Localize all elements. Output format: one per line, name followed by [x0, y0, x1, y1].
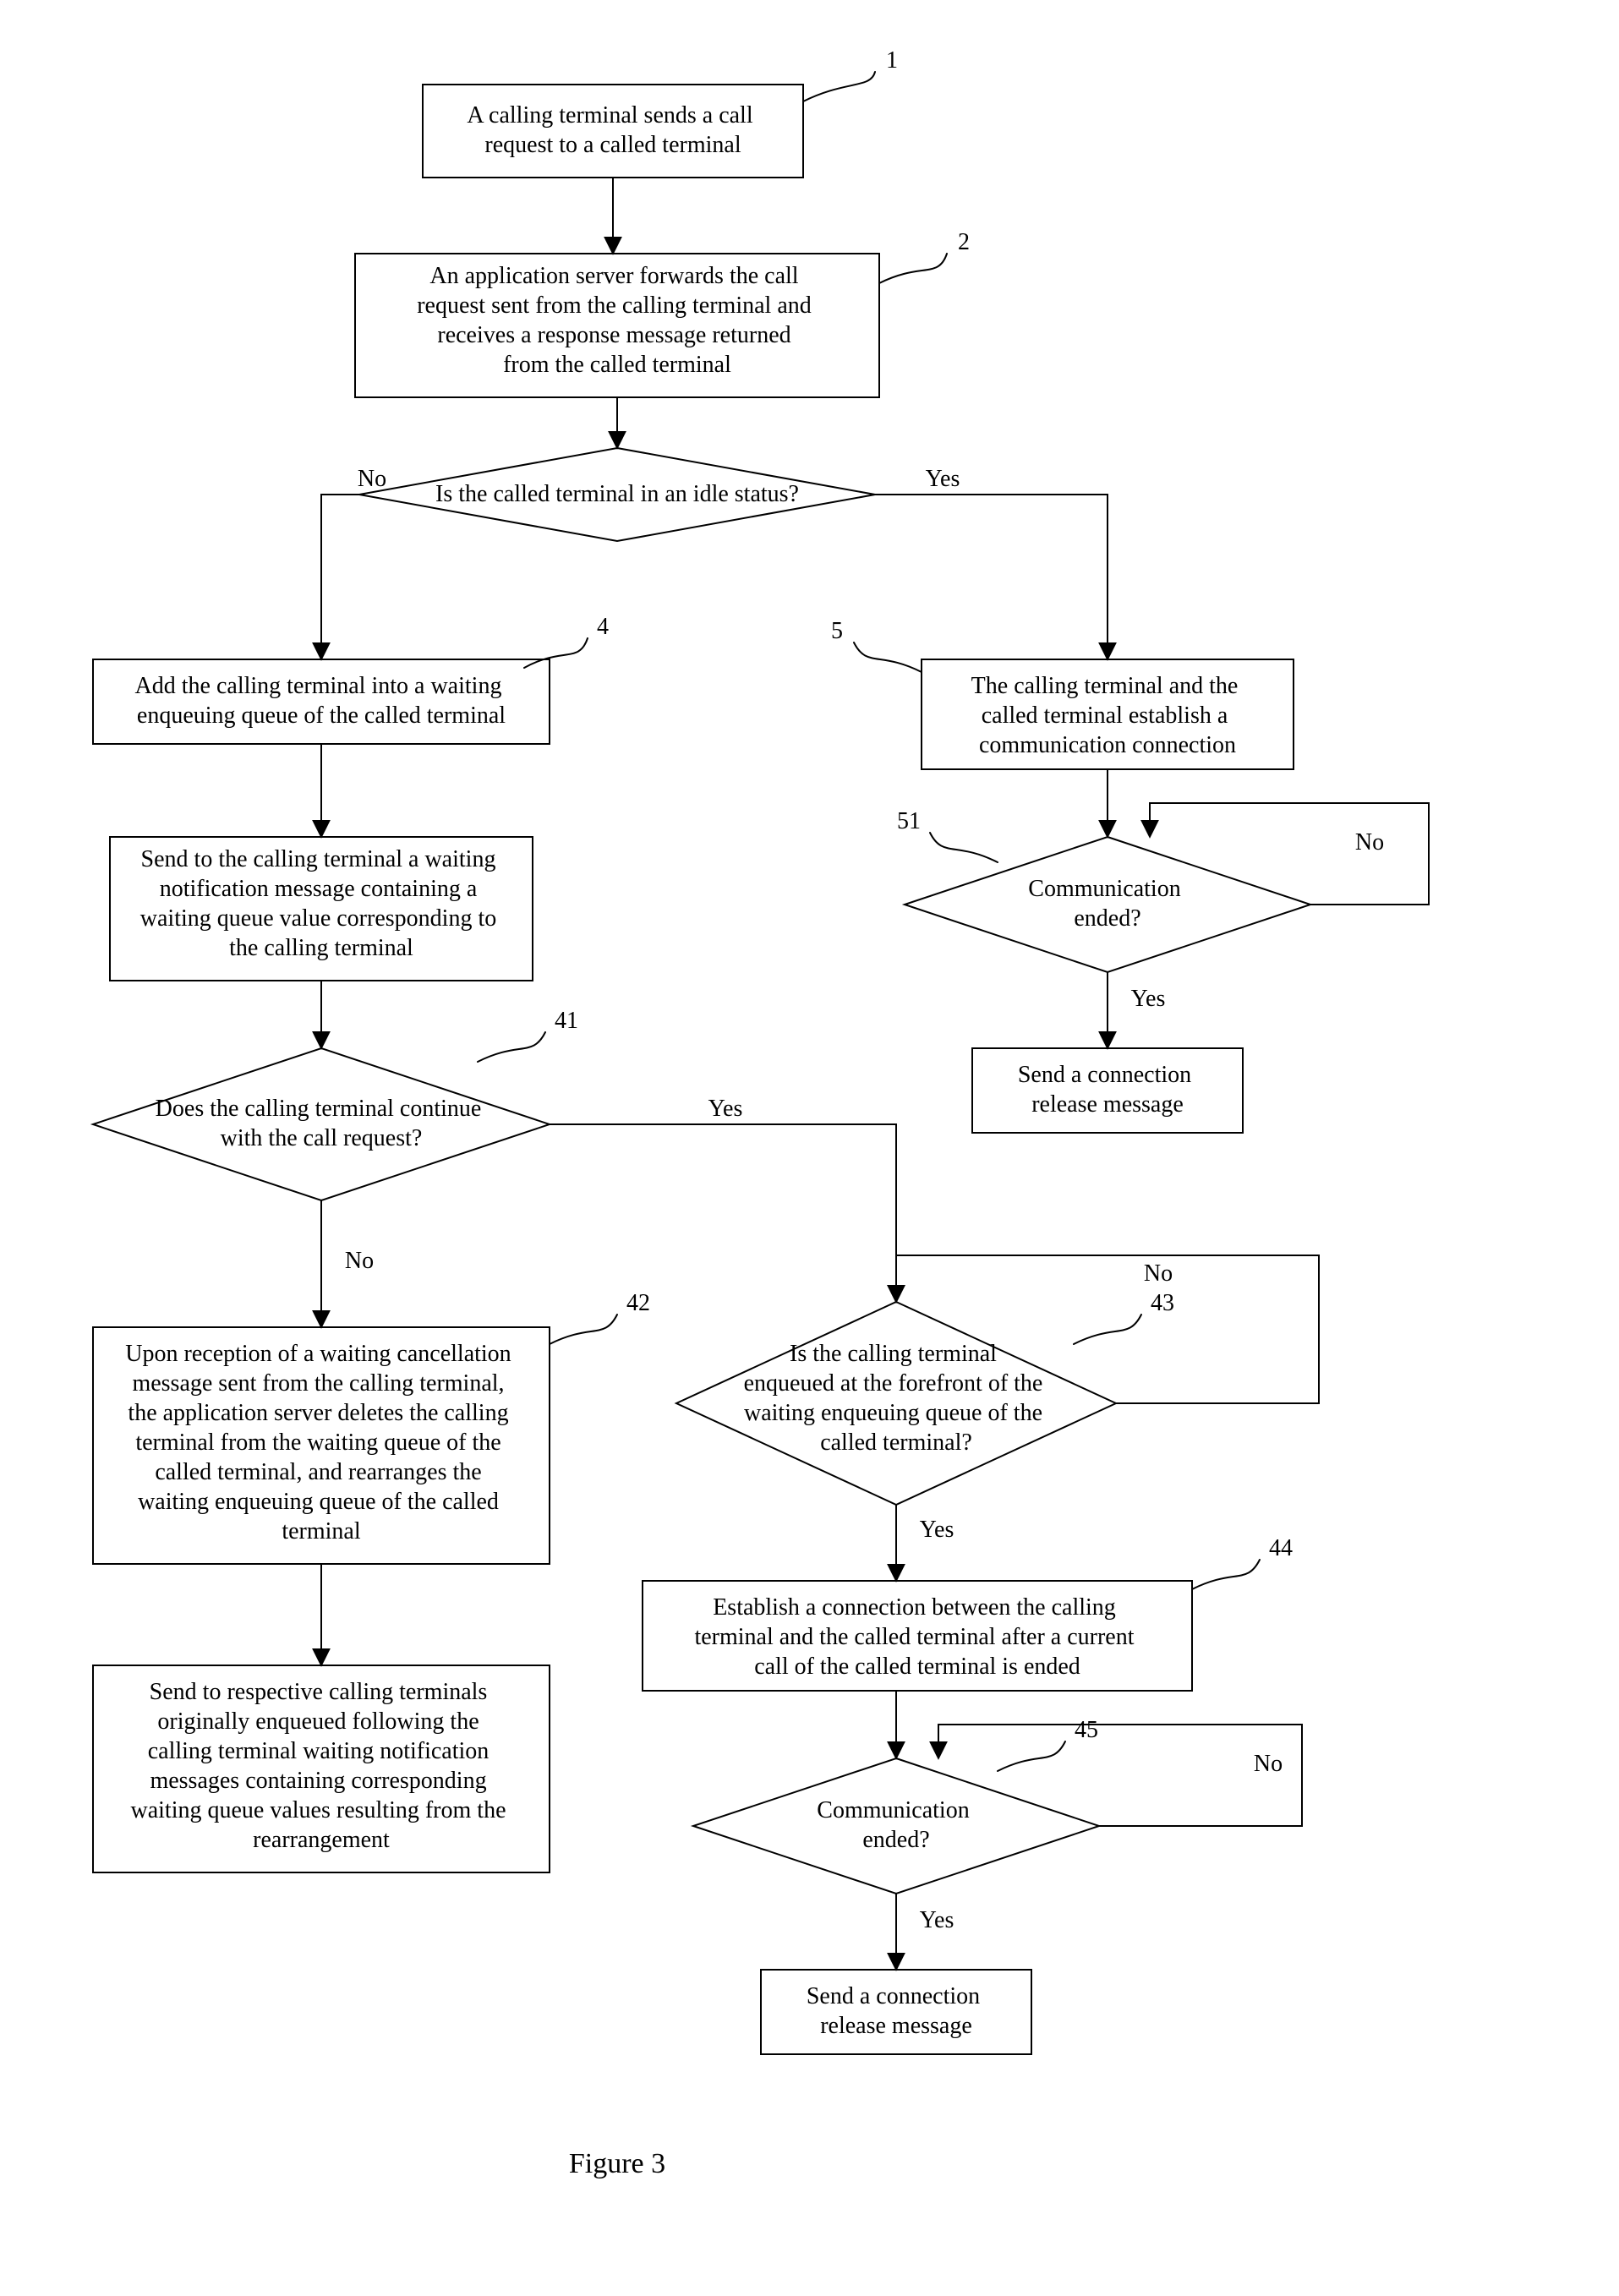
edge-3-4	[321, 495, 359, 659]
step-5-num: 5	[831, 618, 843, 644]
edge-43-loop-label: No	[1144, 1260, 1173, 1287]
decision-idle-text: Is the called terminal in an idle status…	[435, 481, 799, 507]
figure-caption: Figure 3	[569, 2148, 665, 2179]
step-4-num: 4	[597, 614, 609, 640]
decision-41-num: 41	[555, 1008, 578, 1034]
edge-41-42-label: No	[345, 1248, 374, 1274]
step-44-text: Establish a connection between the calli…	[694, 1594, 1140, 1680]
step-5-text: The calling terminal and the called term…	[971, 673, 1244, 758]
step-52-box	[972, 1048, 1243, 1133]
decision-45	[693, 1758, 1099, 1894]
edge-45-451-label: Yes	[920, 1907, 954, 1933]
edge-51-52-label: Yes	[1131, 986, 1166, 1012]
step-42-text: Upon reception of a waiting cancellation…	[125, 1341, 517, 1544]
step-1-box	[423, 85, 803, 178]
step-2-num: 2	[958, 229, 970, 255]
step-44-num: 44	[1269, 1535, 1293, 1561]
edge-45-loop-label: No	[1254, 1751, 1283, 1777]
flowchart-figure: A calling terminal sends a call request …	[0, 0, 1619, 2296]
decision-51	[905, 837, 1310, 972]
decision-43-num: 43	[1151, 1290, 1174, 1316]
decision-45-num: 45	[1075, 1717, 1098, 1743]
decision-51-num: 51	[897, 808, 921, 834]
edge-3-5	[875, 495, 1108, 659]
edge-43-44-label: Yes	[920, 1517, 954, 1543]
edge-51-loop-label: No	[1355, 829, 1384, 856]
edge-3-4-label: No	[358, 466, 386, 492]
step-451-box	[761, 1970, 1031, 2054]
edge-3-5-label: Yes	[926, 466, 960, 492]
step-42-num: 42	[626, 1290, 650, 1316]
decision-41	[93, 1048, 550, 1200]
step-1-num: 1	[886, 47, 898, 74]
edge-41-43	[550, 1124, 896, 1302]
step-4-box	[93, 659, 550, 744]
edge-41-43-label: Yes	[708, 1096, 743, 1122]
